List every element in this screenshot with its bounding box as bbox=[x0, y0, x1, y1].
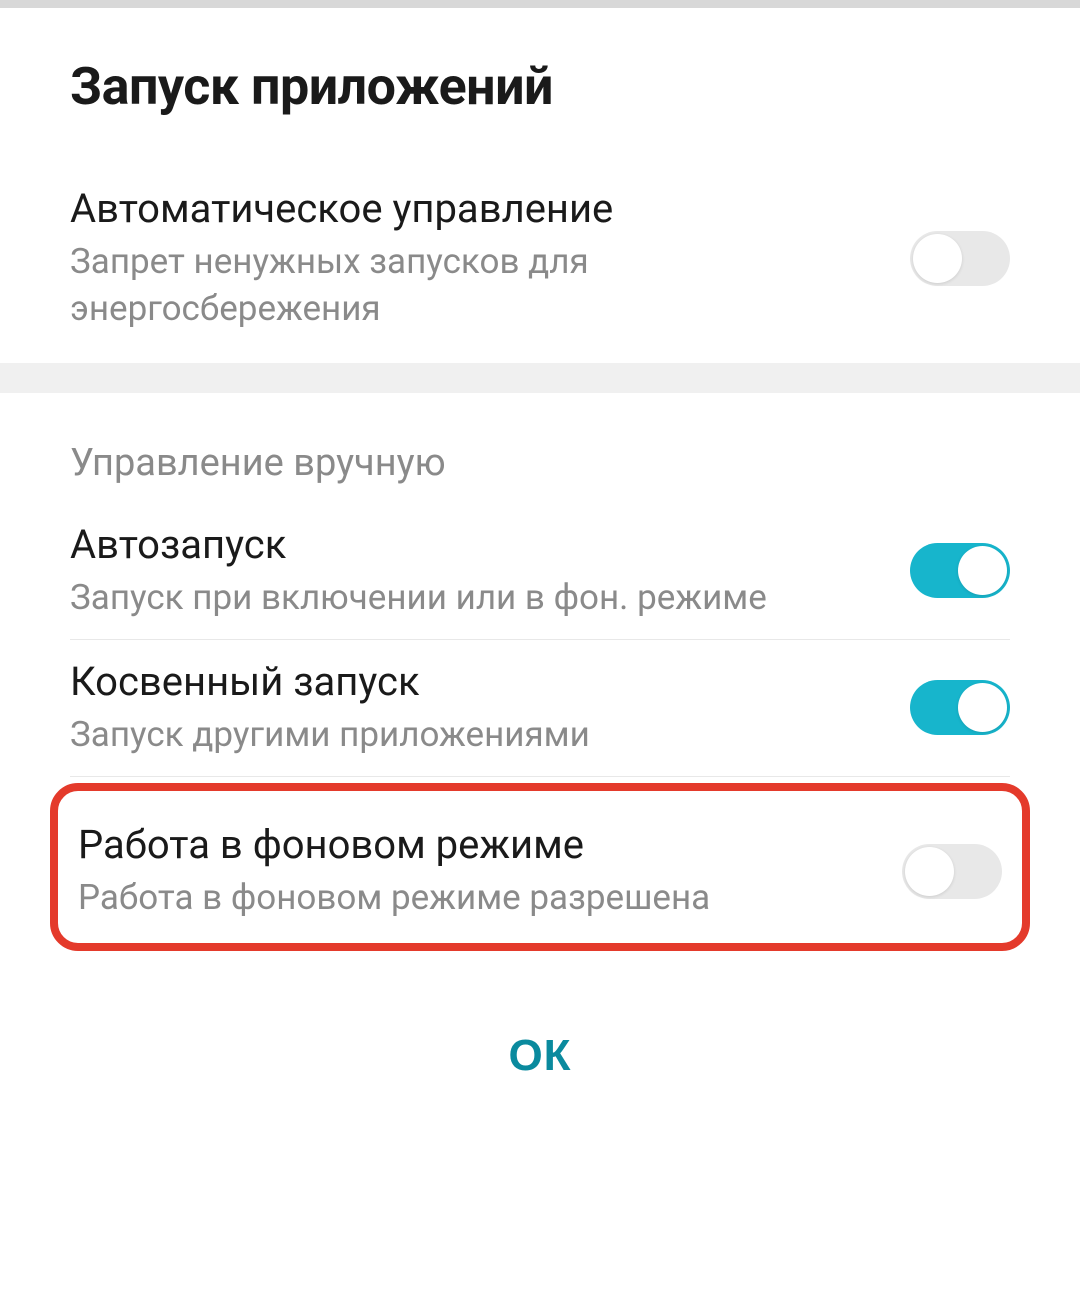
indirect-launch-title: Косвенный запуск bbox=[70, 658, 890, 705]
background-text: Работа в фоновом режиме Работа в фоновом… bbox=[78, 821, 902, 921]
indirect-launch-toggle[interactable] bbox=[910, 680, 1010, 735]
auto-manage-toggle[interactable] bbox=[910, 231, 1010, 286]
autostart-desc: Запуск при включении или в фон. режиме bbox=[70, 574, 890, 621]
indirect-launch-desc: Запуск другими приложениями bbox=[70, 711, 890, 758]
toggle-knob-icon bbox=[958, 683, 1007, 732]
background-toggle[interactable] bbox=[902, 844, 1002, 899]
autostart-title: Автозапуск bbox=[70, 521, 890, 568]
toggle-knob-icon bbox=[905, 847, 954, 896]
autostart-text: Автозапуск Запуск при включении или в фо… bbox=[70, 521, 910, 621]
ok-button[interactable]: ОК bbox=[468, 1011, 611, 1101]
auto-manage-title: Автоматическое управление bbox=[70, 185, 890, 232]
auto-manage-row[interactable]: Автоматическое управление Запрет ненужны… bbox=[0, 157, 1080, 363]
autostart-row[interactable]: Автозапуск Запуск при включении или в фо… bbox=[0, 503, 1080, 639]
indirect-launch-row[interactable]: Косвенный запуск Запуск другими приложен… bbox=[0, 640, 1080, 776]
manual-section-header: Управление вручную bbox=[0, 393, 1080, 503]
toggle-knob-icon bbox=[913, 234, 962, 283]
highlight-annotation: Работа в фоновом режиме Работа в фоновом… bbox=[50, 783, 1030, 951]
dialog-footer: ОК bbox=[0, 951, 1080, 1101]
dialog-title: Запуск приложений bbox=[70, 56, 1010, 117]
top-shadow-bar bbox=[0, 0, 1080, 8]
auto-manage-desc: Запрет ненужных запусков для энергосбере… bbox=[70, 238, 890, 333]
row-divider bbox=[70, 776, 1010, 777]
background-title: Работа в фоновом режиме bbox=[78, 821, 882, 868]
background-row[interactable]: Работа в фоновом режиме Работа в фоновом… bbox=[78, 801, 1002, 921]
autostart-toggle[interactable] bbox=[910, 543, 1010, 598]
dialog-header: Запуск приложений bbox=[0, 8, 1080, 157]
background-desc: Работа в фоновом режиме разрешена bbox=[78, 874, 882, 921]
toggle-knob-icon bbox=[958, 546, 1007, 595]
section-divider bbox=[0, 363, 1080, 393]
auto-manage-text: Автоматическое управление Запрет ненужны… bbox=[70, 185, 910, 333]
manual-section-label: Управление вручную bbox=[70, 441, 1010, 485]
indirect-launch-text: Косвенный запуск Запуск другими приложен… bbox=[70, 658, 910, 758]
